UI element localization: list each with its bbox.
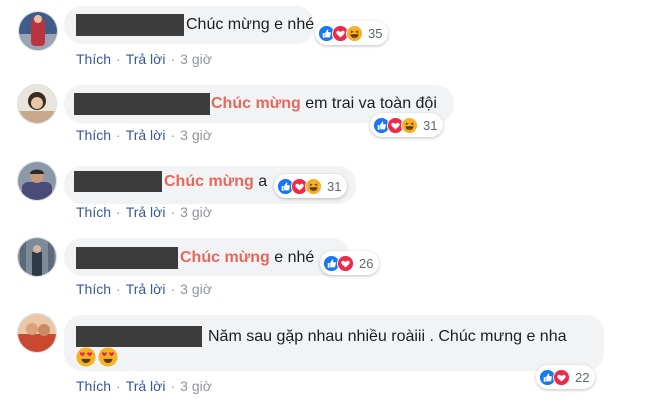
- redacted-name: [76, 326, 202, 347]
- reaction-summary[interactable]: 22: [536, 365, 596, 389]
- reply-link[interactable]: Trả lời: [126, 51, 166, 67]
- comment-text: Năm sau gặp nhau nhiều roàiii . Chúc mưn…: [208, 328, 566, 346]
- timestamp[interactable]: 3 giờ: [180, 378, 212, 394]
- comment-text: Chúc mừng em trai va toàn đội: [211, 95, 437, 113]
- comment-bubble: Chúc mừng e nhé: [64, 238, 350, 276]
- comment-text-post: Năm sau gặp nhau nhiều roàiii . Chúc mưn…: [208, 328, 567, 345]
- comment-actions: Thích · Trả lời · 3 giờ: [76, 51, 212, 67]
- separator: ·: [170, 378, 176, 394]
- reply-link[interactable]: Trả lời: [126, 204, 166, 220]
- comment-highlight: Chúc mừng: [180, 249, 270, 266]
- comment-text-post: em trai va toàn đội: [300, 95, 437, 112]
- avatar[interactable]: [17, 84, 57, 124]
- comment-text-post: e nhé: [269, 249, 315, 266]
- reaction-count: 26: [359, 255, 374, 271]
- separator: ·: [116, 127, 121, 143]
- comment-actions: Thích · Trả lời · 3 giờ: [76, 378, 212, 394]
- avatar-photo: [18, 238, 56, 276]
- love-icon: [553, 369, 570, 386]
- heart-eyes-emoji: [76, 347, 96, 367]
- separator: ·: [116, 204, 121, 220]
- comment-actions: Thích · Trả lời · 3 giờ: [76, 204, 212, 220]
- emoji-row: [76, 347, 118, 367]
- avatar[interactable]: [17, 313, 57, 353]
- like-link[interactable]: Thích: [76, 204, 111, 220]
- avatar-photo: [18, 314, 56, 352]
- avatar-photo: [18, 85, 56, 123]
- separator: ·: [170, 204, 176, 220]
- haha-icon: [401, 117, 418, 134]
- like-link[interactable]: Thích: [76, 281, 111, 297]
- reply-link[interactable]: Trả lời: [126, 378, 166, 394]
- avatar[interactable]: [17, 237, 57, 277]
- comment-highlight: Chúc mừng: [211, 95, 301, 112]
- redacted-name: [76, 14, 184, 36]
- comment-text: Chúc mừng e nhé: [180, 249, 314, 267]
- redacted-name: [74, 93, 210, 115]
- timestamp[interactable]: 3 giờ: [180, 204, 212, 220]
- comment-text-post: a: [253, 173, 268, 190]
- separator: ·: [116, 378, 121, 394]
- comment-text: Chúc mừng a: [164, 173, 267, 191]
- comment-highlight: Chúc mừng: [164, 173, 254, 190]
- avatar[interactable]: [18, 11, 58, 51]
- reaction-summary[interactable]: 26: [320, 251, 380, 275]
- reaction-summary[interactable]: 35: [315, 21, 389, 45]
- comment-bubble: Năm sau gặp nhau nhiều roàiii . Chúc mưn…: [64, 315, 604, 371]
- reaction-count: 31: [327, 178, 342, 194]
- comment-text: Chúc mừng e nhé: [186, 16, 314, 34]
- separator: ·: [170, 127, 176, 143]
- timestamp[interactable]: 3 giờ: [180, 51, 212, 67]
- redacted-name: [74, 171, 162, 192]
- redacted-name: [76, 247, 178, 269]
- separator: ·: [116, 51, 121, 67]
- reaction-summary[interactable]: 31: [274, 174, 348, 198]
- avatar[interactable]: [17, 161, 57, 201]
- separator: ·: [116, 281, 121, 297]
- separator: ·: [170, 51, 176, 67]
- like-link[interactable]: Thích: [76, 51, 111, 67]
- comment-actions: Thích · Trả lời · 3 giờ: [76, 281, 212, 297]
- like-link[interactable]: Thích: [76, 378, 111, 394]
- reaction-summary[interactable]: 31: [370, 113, 444, 137]
- timestamp[interactable]: 3 giờ: [180, 281, 212, 297]
- timestamp[interactable]: 3 giờ: [180, 127, 212, 143]
- reaction-count: 22: [575, 369, 590, 385]
- reply-link[interactable]: Trả lời: [126, 281, 166, 297]
- reply-link[interactable]: Trả lời: [126, 127, 166, 143]
- comment-bubble: Chúc mừng e nhé: [64, 6, 314, 44]
- heart-eyes-emoji: [98, 347, 118, 367]
- reaction-count: 35: [368, 25, 383, 41]
- comment-actions: Thích · Trả lời · 3 giờ: [76, 127, 212, 143]
- avatar-photo: [19, 12, 57, 50]
- avatar-photo: [18, 162, 56, 200]
- love-icon: [337, 255, 354, 272]
- comment-text-post: Chúc mừng e nhé: [186, 16, 315, 33]
- like-link[interactable]: Thích: [76, 127, 111, 143]
- separator: ·: [170, 281, 176, 297]
- haha-icon: [346, 25, 363, 42]
- reaction-count: 31: [423, 117, 438, 133]
- haha-icon: [305, 178, 322, 195]
